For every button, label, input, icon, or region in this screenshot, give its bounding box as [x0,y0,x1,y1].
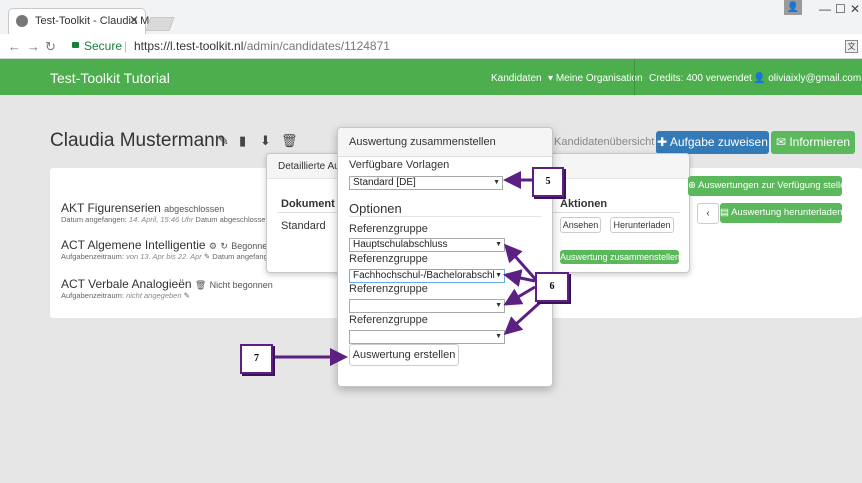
callout-6: 6 [535,272,569,302]
annotation-arrows [270,171,547,366]
callout-7: 7 [240,344,273,374]
callout-5: 5 [532,167,564,197]
arrow-6c [503,285,536,306]
arrow-6d [503,296,547,336]
